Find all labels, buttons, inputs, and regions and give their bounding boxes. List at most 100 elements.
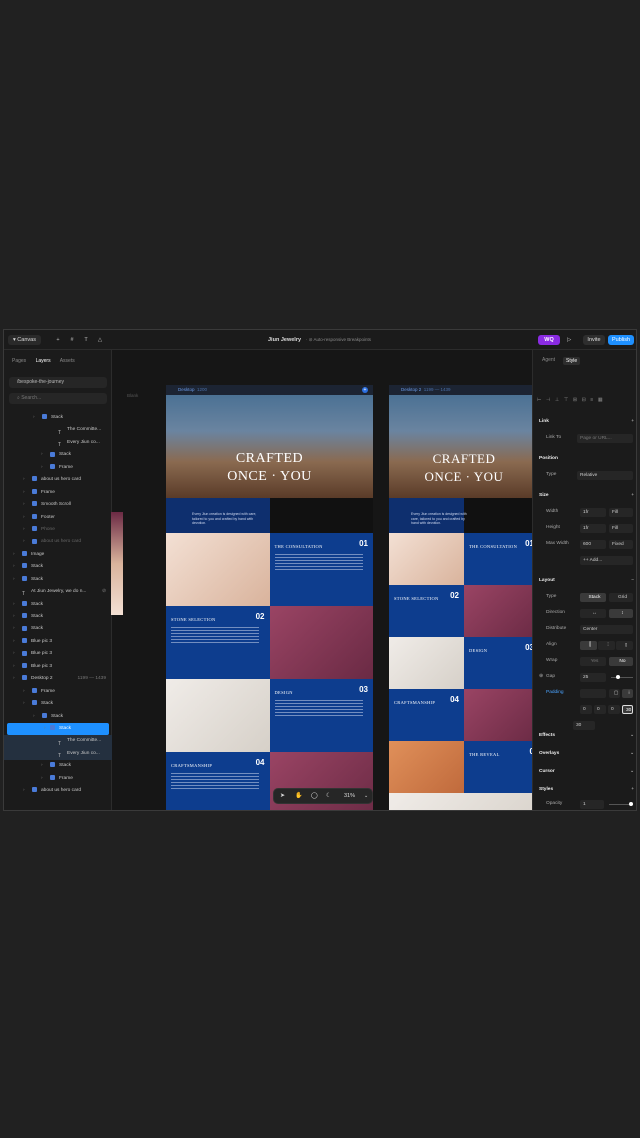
layer-item[interactable]: › about us hero card <box>4 474 112 486</box>
tab-pages[interactable]: Pages <box>12 358 26 364</box>
zoom-dropdown-icon[interactable]: ⌄ <box>364 793 368 799</box>
align-end-icon[interactable]: ⫾ <box>616 640 633 650</box>
layer-item[interactable]: › Smooth Scroll <box>4 499 112 511</box>
layer-item[interactable]: › Desktop 2 1199 — 1439 <box>4 673 112 685</box>
layer-item[interactable]: T Every Jiun co... <box>4 747 112 761</box>
layer-item[interactable]: › Frame <box>4 487 112 499</box>
hand-tool-icon[interactable]: ✋ <box>295 792 302 799</box>
add-icon[interactable]: + <box>631 416 634 428</box>
layer-item[interactable]: › Footer <box>4 512 112 524</box>
distribute-select[interactable]: Center <box>580 624 633 634</box>
publish-button[interactable]: Publish <box>608 335 634 345</box>
frame2-label[interactable]: Desktop 2 1199 — 1439 <box>401 385 450 395</box>
layer-item[interactable]: › Blue pic 3 <box>4 648 112 660</box>
padding-bottom-input[interactable]: 0 <box>608 704 620 714</box>
layout-stack-toggle[interactable]: Stack <box>580 592 606 602</box>
layer-item[interactable]: › Stack <box>4 760 112 772</box>
chevron-right-icon[interactable]: › <box>41 462 43 474</box>
chevron-right-icon[interactable]: › <box>23 536 25 548</box>
max-width-mode-select[interactable]: Fixed <box>609 539 633 549</box>
chevron-right-icon[interactable]: › <box>13 673 15 685</box>
desktop-frame[interactable]: CRAFTED ONCE · YOU Every Jiun creation is… <box>166 395 373 810</box>
padding-all-input[interactable] <box>580 688 606 698</box>
height-input[interactable]: 1fr <box>580 523 606 533</box>
chevron-right-icon[interactable]: › <box>23 698 25 710</box>
layer-item[interactable]: › Stack <box>4 599 112 611</box>
chevron-right-icon[interactable]: › <box>41 449 43 461</box>
width-input[interactable]: 1fr <box>580 507 606 517</box>
layers-search-input[interactable]: ⌕ Search... <box>9 393 107 404</box>
layer-item[interactable]: › Frame <box>4 462 112 474</box>
position-type-select[interactable]: Relative <box>577 470 633 480</box>
align-start-icon[interactable]: ⫿ <box>580 640 597 650</box>
layer-item[interactable]: T Every Jiun co... <box>4 437 112 449</box>
gap-slider-knob[interactable] <box>616 675 620 679</box>
preview-play-icon[interactable]: ▷ <box>567 335 571 345</box>
frame-tool-icon[interactable]: # <box>68 335 76 345</box>
comment-tool-icon[interactable]: ◯ <box>311 792 318 799</box>
chevron-right-icon[interactable]: › <box>13 636 15 648</box>
layer-item[interactable]: › Stack <box>4 574 112 586</box>
direction-horizontal-icon[interactable]: ↔ <box>580 608 606 618</box>
effects-section-header[interactable]: Effects ⌄ <box>533 730 636 742</box>
chevron-right-icon[interactable]: › <box>13 599 15 611</box>
chevron-right-icon[interactable]: › <box>23 785 25 797</box>
chevron-right-icon[interactable]: › <box>23 524 25 536</box>
gap-slider[interactable] <box>611 677 633 678</box>
chevron-down-icon[interactable]: ⌄ <box>630 766 634 778</box>
select-tool-icon[interactable]: ➤ <box>280 792 285 799</box>
chevron-down-icon[interactable]: ⌄ <box>630 748 634 760</box>
layout-grid-toggle[interactable]: Grid <box>609 592 633 602</box>
zoom-level[interactable]: 31% <box>344 793 355 799</box>
chevron-right-icon[interactable]: › <box>13 574 15 586</box>
opacity-input[interactable]: 1 <box>580 799 604 809</box>
padding-link-icon[interactable]: ▢ <box>609 688 620 698</box>
chevron-right-icon[interactable]: › <box>13 549 15 561</box>
chevron-right-icon[interactable]: › <box>13 623 15 635</box>
text-tool-icon[interactable]: T <box>82 335 90 345</box>
layer-item[interactable]: › Stack <box>4 623 112 635</box>
padding-extra-input[interactable]: 30 <box>573 720 595 730</box>
overlays-section-header[interactable]: Overlays ⌄ <box>533 748 636 760</box>
chevron-right-icon[interactable]: › <box>23 487 25 499</box>
chevron-right-icon[interactable]: › <box>44 723 46 735</box>
add-icon[interactable]: + <box>631 784 634 796</box>
wrap-no-toggle[interactable]: No <box>609 656 633 666</box>
layer-item[interactable]: › about us hero card <box>4 785 112 797</box>
canvas-area[interactable]: Blank Desktop 1200 + Desktop 2 1199 — 14… <box>112 350 532 810</box>
padding-left-input[interactable]: 30 <box>622 704 633 714</box>
add-icon[interactable]: + <box>54 335 62 345</box>
alignment-tools[interactable]: ⊢⊣⊥⊤⊞⊟≡▦ <box>537 397 636 407</box>
chevron-right-icon[interactable]: › <box>33 412 35 424</box>
direction-vertical-icon[interactable]: ↕ <box>609 608 633 618</box>
chevron-right-icon[interactable]: › <box>13 661 15 673</box>
chevron-right-icon[interactable]: › <box>13 648 15 660</box>
layer-item[interactable]: › Stack <box>4 449 112 461</box>
layer-item[interactable]: › Frame <box>4 686 112 698</box>
layer-item[interactable]: › Stack <box>4 611 112 623</box>
layer-item[interactable]: T At Jiun Jewelry, we do n... ⊘ <box>4 586 112 598</box>
tab-layers[interactable]: Layers <box>36 358 51 364</box>
align-center-icon[interactable]: ⫶ <box>598 640 615 650</box>
padding-right-input[interactable]: 0 <box>594 704 606 714</box>
shape-tool-icon[interactable]: △ <box>96 335 104 345</box>
layer-item[interactable]: › Phone <box>4 524 112 536</box>
wrap-yes-toggle[interactable]: Yes <box>580 656 606 666</box>
invite-button[interactable]: Invite <box>583 335 605 345</box>
link-input[interactable]: Page or URL... <box>577 433 633 443</box>
layer-item[interactable]: › Blue pic 3 <box>4 636 112 648</box>
layer-item[interactable]: › Stack <box>4 711 112 723</box>
add-icon[interactable]: + <box>631 490 634 502</box>
chevron-right-icon[interactable]: › <box>23 686 25 698</box>
project-title[interactable]: Jiun Jewelry <box>268 335 301 345</box>
width-mode-select[interactable]: Fill <box>609 507 633 517</box>
tab-agent[interactable]: Agent <box>542 357 555 363</box>
chevron-right-icon[interactable]: › <box>23 499 25 511</box>
chevron-right-icon[interactable]: › <box>13 611 15 623</box>
frame1-label[interactable]: Desktop 1200 <box>178 385 207 395</box>
layer-item[interactable]: › Stack <box>4 412 112 424</box>
height-mode-select[interactable]: Fill <box>609 523 633 533</box>
user-avatar[interactable]: WQ <box>538 335 560 345</box>
layer-item[interactable]: › Stack <box>7 722 109 736</box>
styles-section-header[interactable]: Styles + <box>533 784 636 796</box>
